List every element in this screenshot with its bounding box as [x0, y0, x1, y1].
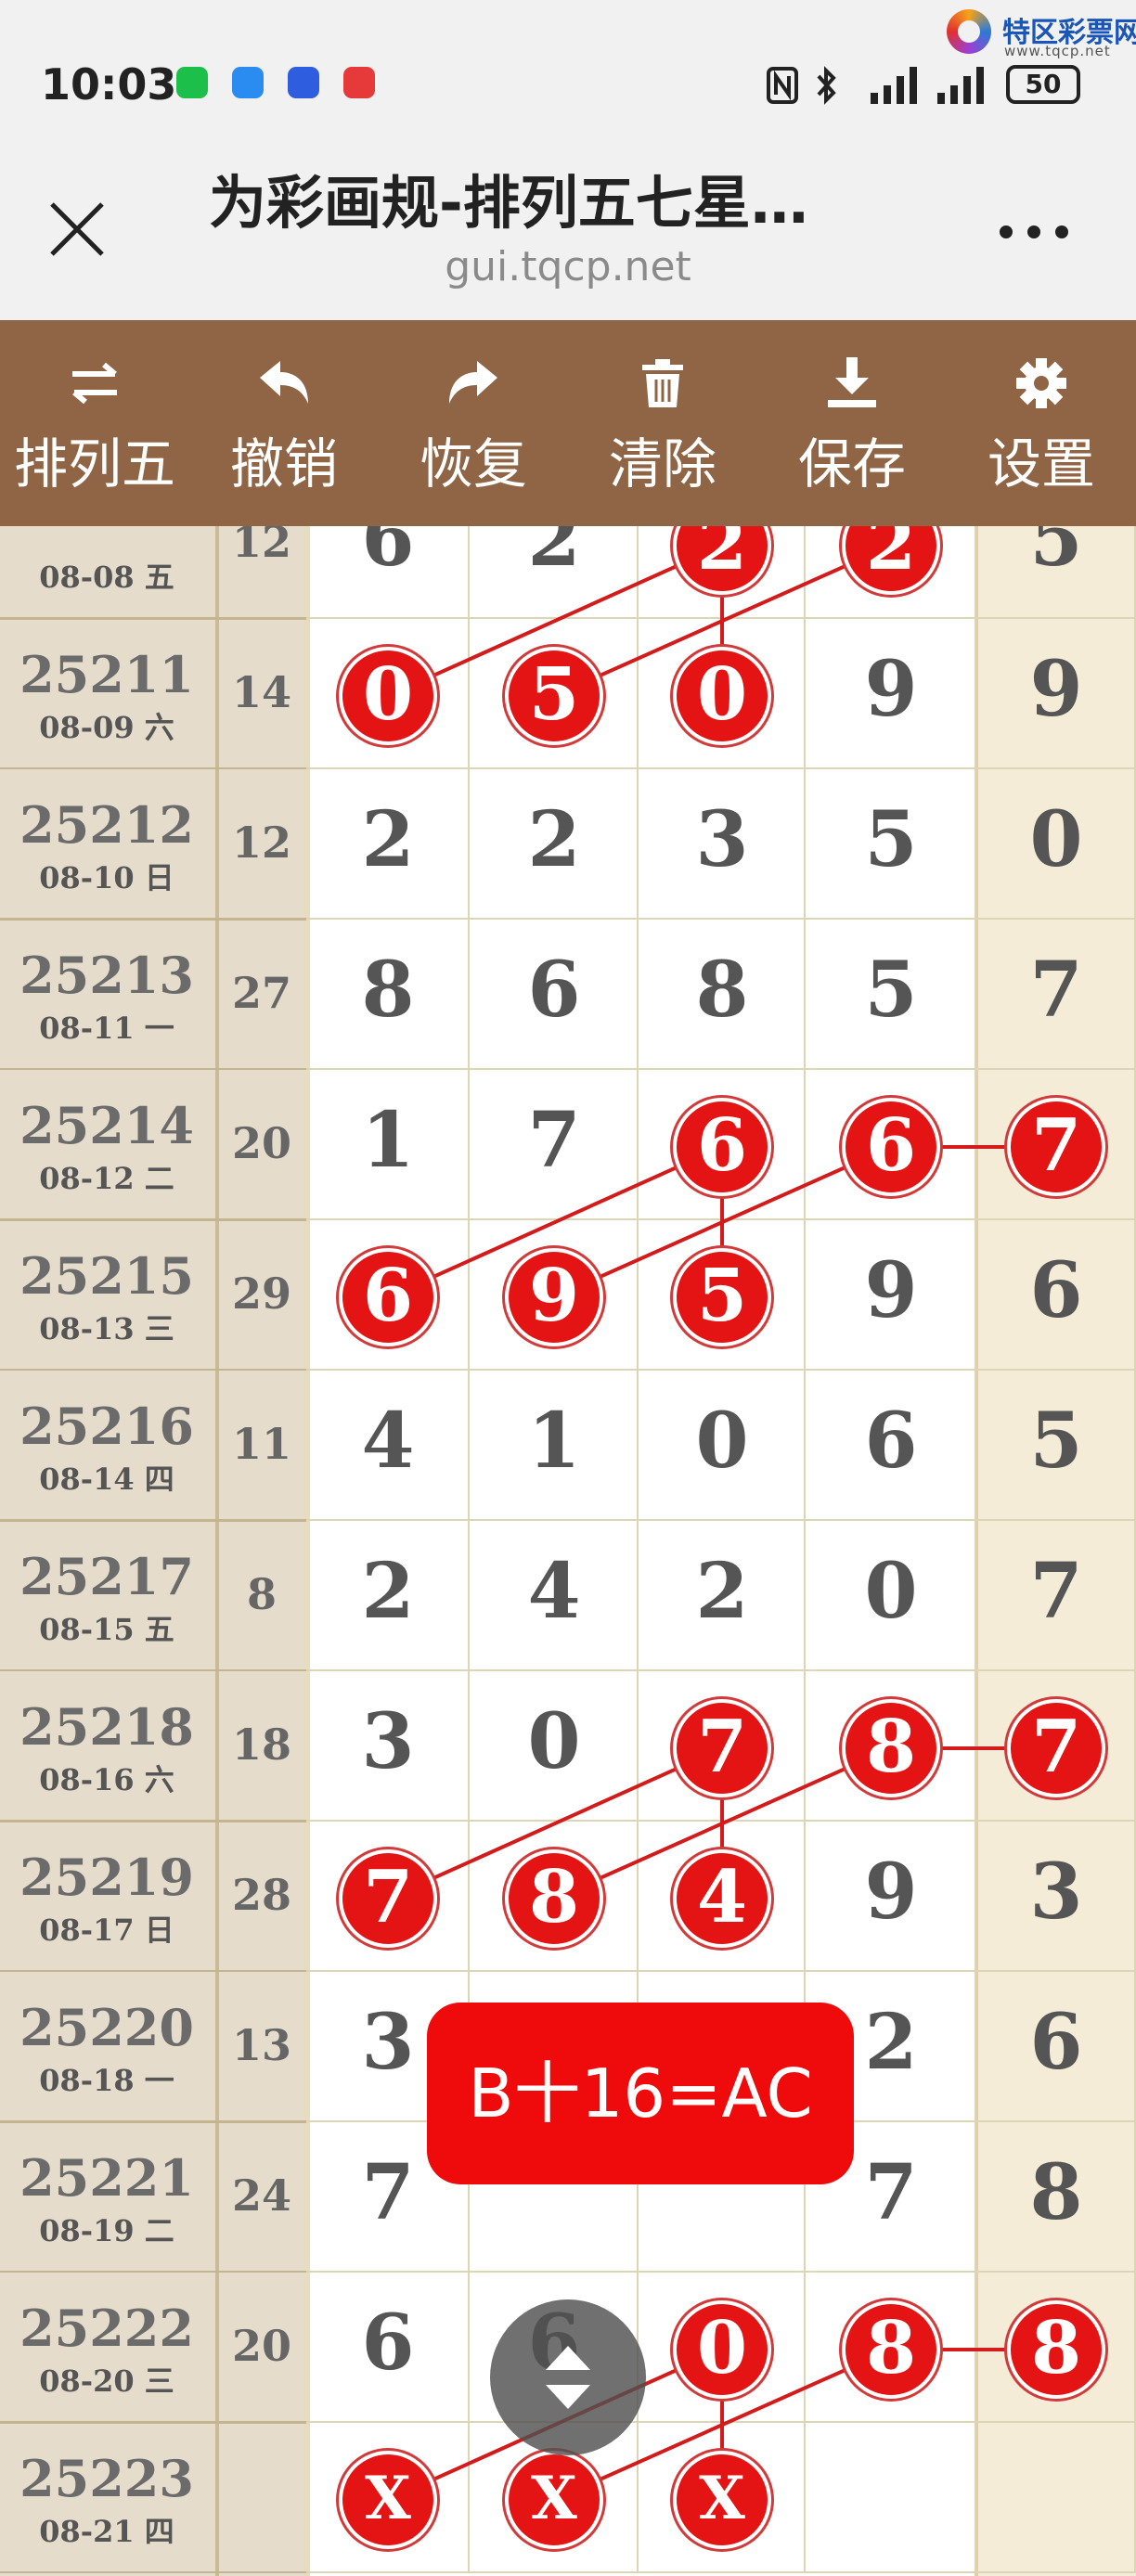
redo-icon [449, 361, 497, 404]
battery-icon: 50 [1006, 65, 1080, 104]
undo-icon [260, 361, 308, 404]
swap-arrows-icon [72, 362, 117, 405]
watermark-url: www.tqcp.net [1004, 43, 1111, 59]
circled-digit[interactable]: 5 [505, 647, 603, 745]
trash-icon [642, 359, 683, 407]
pattern-lines [387, 544, 1056, 2502]
circled-digit[interactable]: 9 [505, 1248, 603, 1346]
toolbar-label-save: 保存 [797, 432, 906, 496]
circled-digit[interactable]: 7 [339, 1849, 437, 1948]
formula-popup[interactable]: B十16=AC [427, 2003, 854, 2184]
watermark-swirl-icon [947, 9, 991, 54]
toolbar-label-clear: 清除 [608, 432, 716, 496]
page-url: gui.tqcp.net [445, 243, 691, 290]
circled-digit[interactable]: 7 [673, 1699, 771, 1797]
circled-digit[interactable]: 0 [673, 647, 771, 745]
draw-history-grid[interactable]: 08-08 五 12 6 2 5 25211 08-09 六 14 9 9 25212 08-10 日… [0, 526, 1136, 2576]
circled-digit[interactable]: 6 [673, 1098, 771, 1196]
more-icon[interactable] [997, 223, 1071, 241]
circled-digit[interactable]: X [339, 2451, 437, 2549]
circled-digit[interactable]: 8 [1007, 2300, 1105, 2399]
wechat-icon [176, 67, 208, 98]
toolbar: 排列五 撤销 恢复 清除 保存 设置 [0, 320, 1136, 526]
toolbar-label-settings: 设置 [987, 432, 1095, 496]
circled-digit[interactable]: 4 [673, 1849, 771, 1948]
circled-digit[interactable]: 7 [1007, 1699, 1105, 1797]
circled-digit[interactable]: 7 [1007, 1098, 1105, 1196]
circled-digit[interactable]: X [505, 2451, 603, 2549]
circled-digit[interactable]: 5 [673, 1248, 771, 1346]
status-bar: 10:03 50 特区彩票网 www.tqcp.net [0, 0, 1136, 158]
status-time: 10:03 [41, 59, 177, 109]
gear-icon [1016, 358, 1066, 408]
settings-button[interactable]: 设置 [947, 320, 1136, 526]
scroll-toggle-button[interactable] [490, 2299, 646, 2455]
lottery-type-button[interactable]: 排列五 [0, 320, 189, 526]
toolbar-label-undo: 撤销 [229, 432, 338, 496]
message-icon [232, 67, 264, 98]
circled-digit[interactable]: 6 [842, 1098, 940, 1196]
signal-icon-2 [937, 67, 984, 104]
toolbar-label-redo: 恢复 [419, 432, 527, 496]
circled-digit[interactable]: 0 [673, 2300, 771, 2399]
save-button[interactable]: 保存 [757, 320, 947, 526]
toolbar-label-lottery-type: 排列五 [13, 432, 175, 496]
circled-digit[interactable]: 8 [505, 1849, 603, 1948]
circled-digit[interactable]: X [673, 2451, 771, 2549]
circled-digit[interactable]: 8 [842, 2300, 940, 2399]
clear-button[interactable]: 清除 [568, 320, 757, 526]
circled-digit[interactable]: 0 [339, 647, 437, 745]
page-title: 为彩画规-排列五七星… [209, 169, 808, 237]
circled-digit[interactable]: 6 [339, 1248, 437, 1346]
nfc-icon [767, 67, 798, 104]
signal-icon [871, 67, 917, 104]
circled-digit[interactable]: 8 [842, 1699, 940, 1797]
up-down-arrows-icon [546, 2346, 590, 2409]
redo-button[interactable]: 恢复 [379, 320, 568, 526]
download-icon [828, 357, 876, 407]
browser-icon [288, 67, 319, 98]
bluetooth-icon [817, 66, 836, 105]
undo-button[interactable]: 撤销 [189, 320, 379, 526]
notification-icon [343, 67, 375, 98]
